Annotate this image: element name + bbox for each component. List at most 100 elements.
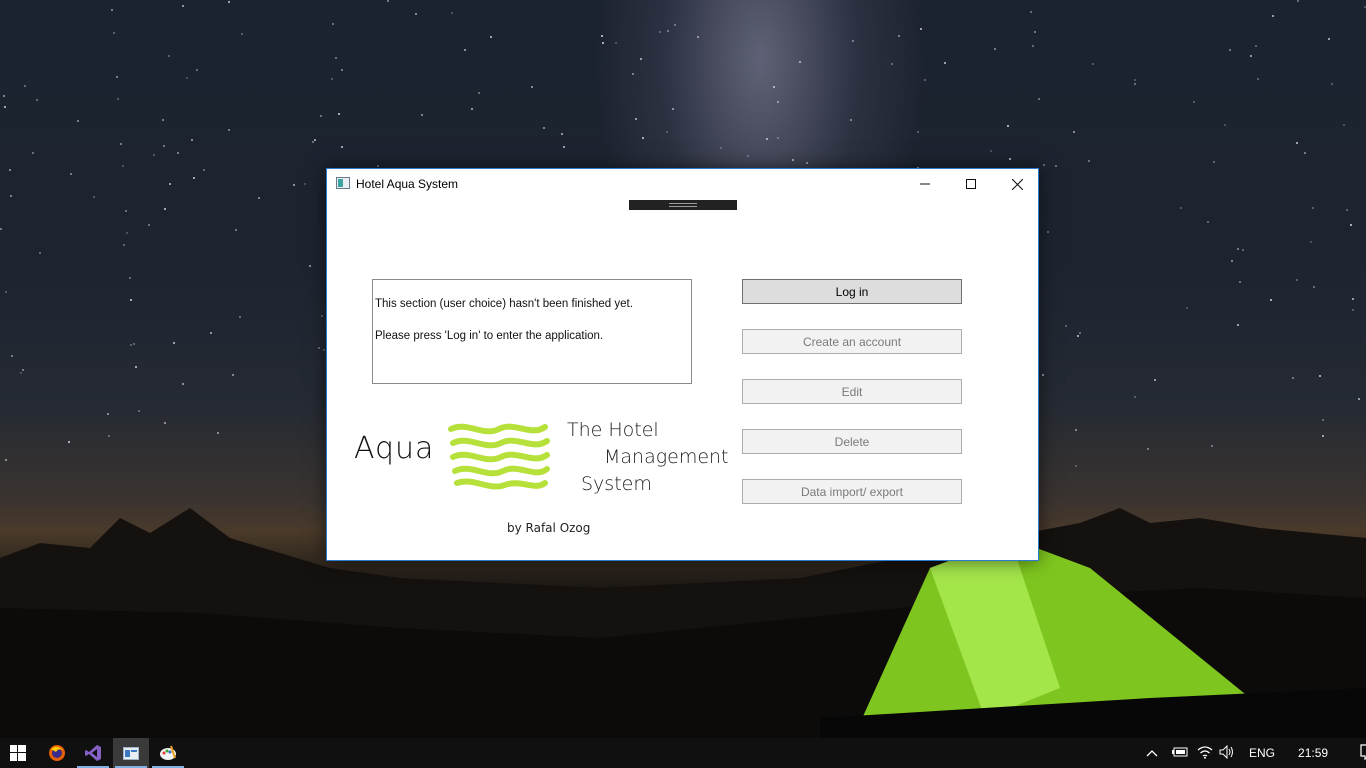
wifi-icon[interactable] (1197, 745, 1213, 762)
star (1047, 231, 1049, 233)
star (632, 73, 634, 75)
star (135, 366, 137, 368)
taskbar-paint[interactable] (150, 738, 186, 768)
language-indicator[interactable]: ENG (1249, 746, 1275, 760)
info-text-line1: This section (user choice) hasn't been f… (375, 298, 633, 310)
star (203, 169, 205, 171)
star (258, 197, 260, 199)
star (36, 99, 38, 101)
logo-tagline-2: Management (604, 446, 729, 468)
taskbar-firefox[interactable] (39, 738, 75, 768)
edit-button[interactable]: Edit (742, 379, 962, 404)
star (990, 150, 992, 152)
star (341, 69, 343, 71)
star (309, 265, 311, 267)
star (148, 224, 150, 226)
star (799, 61, 801, 63)
star (1186, 307, 1188, 309)
window-title: Hotel Aqua System (356, 177, 459, 191)
windows-start-icon (10, 745, 26, 761)
star (293, 184, 295, 186)
star (1079, 332, 1081, 334)
star (697, 36, 699, 38)
star (70, 173, 72, 175)
star (116, 76, 118, 78)
star (153, 154, 155, 156)
star (1313, 286, 1315, 288)
star (169, 183, 171, 185)
start-button[interactable] (0, 738, 36, 768)
star (3, 95, 5, 97)
maximize-icon (966, 179, 976, 189)
close-button[interactable] (994, 169, 1040, 199)
star (323, 349, 325, 351)
notifications-icon[interactable] (1360, 743, 1366, 763)
star (318, 347, 320, 349)
star (464, 49, 466, 51)
app-window: Hotel Aqua System This section (user cho… (326, 168, 1039, 561)
star (164, 208, 166, 210)
star (312, 141, 314, 143)
star (852, 40, 854, 42)
star (1352, 309, 1354, 311)
star (1224, 124, 1226, 126)
star (125, 210, 127, 212)
star (490, 36, 492, 38)
info-panel: This section (user choice) hasn't been f… (372, 279, 692, 384)
star (1250, 55, 1252, 57)
star (1134, 396, 1136, 398)
tray-overflow-chevron-icon[interactable] (1146, 746, 1160, 760)
star (331, 78, 333, 80)
star (1065, 325, 1067, 327)
star (32, 152, 34, 154)
star (235, 229, 237, 231)
clock[interactable]: 21:59 (1298, 746, 1328, 760)
star (1213, 161, 1215, 163)
star (168, 55, 170, 57)
star (182, 383, 184, 385)
star (314, 139, 316, 141)
star (173, 342, 175, 344)
volume-icon[interactable] (1219, 744, 1235, 762)
star (320, 115, 322, 117)
star (451, 12, 453, 14)
star (130, 299, 132, 301)
drag-handle[interactable] (629, 200, 737, 210)
delete-button[interactable]: Delete (742, 429, 962, 454)
minimize-icon (920, 183, 930, 185)
star (1207, 221, 1209, 223)
logo-tagline-1: The Hotel (567, 419, 659, 441)
firefox-icon (49, 745, 65, 761)
maximize-button[interactable] (948, 169, 994, 199)
star (1055, 165, 1057, 167)
minimize-button[interactable] (902, 169, 948, 199)
star (1352, 298, 1354, 300)
star (1304, 152, 1306, 154)
taskbar-hotel-app[interactable] (113, 738, 149, 768)
star (20, 372, 22, 374)
star (232, 374, 234, 376)
app-window-icon (336, 177, 350, 189)
create-account-button[interactable]: Create an account (742, 329, 962, 354)
star (126, 232, 128, 234)
data-import-export-button[interactable]: Data import/ export (742, 479, 962, 504)
star (1075, 429, 1077, 431)
aqua-waves-logo-icon (448, 423, 550, 490)
login-button[interactable]: Log in (742, 279, 962, 304)
star (415, 13, 417, 15)
battery-icon[interactable] (1172, 746, 1188, 760)
star (1255, 45, 1257, 47)
star (193, 177, 195, 179)
star (994, 48, 996, 50)
star (1322, 435, 1324, 437)
logo-tagline-3: System (581, 473, 652, 495)
star (1296, 279, 1298, 281)
star (1331, 83, 1333, 85)
star (113, 32, 115, 34)
star (304, 183, 306, 185)
author-credit: by Rafal Ozog (507, 521, 591, 535)
star (642, 137, 644, 139)
title-bar[interactable]: Hotel Aqua System (327, 169, 1038, 199)
star (667, 30, 669, 32)
taskbar-visual-studio[interactable] (75, 738, 111, 768)
